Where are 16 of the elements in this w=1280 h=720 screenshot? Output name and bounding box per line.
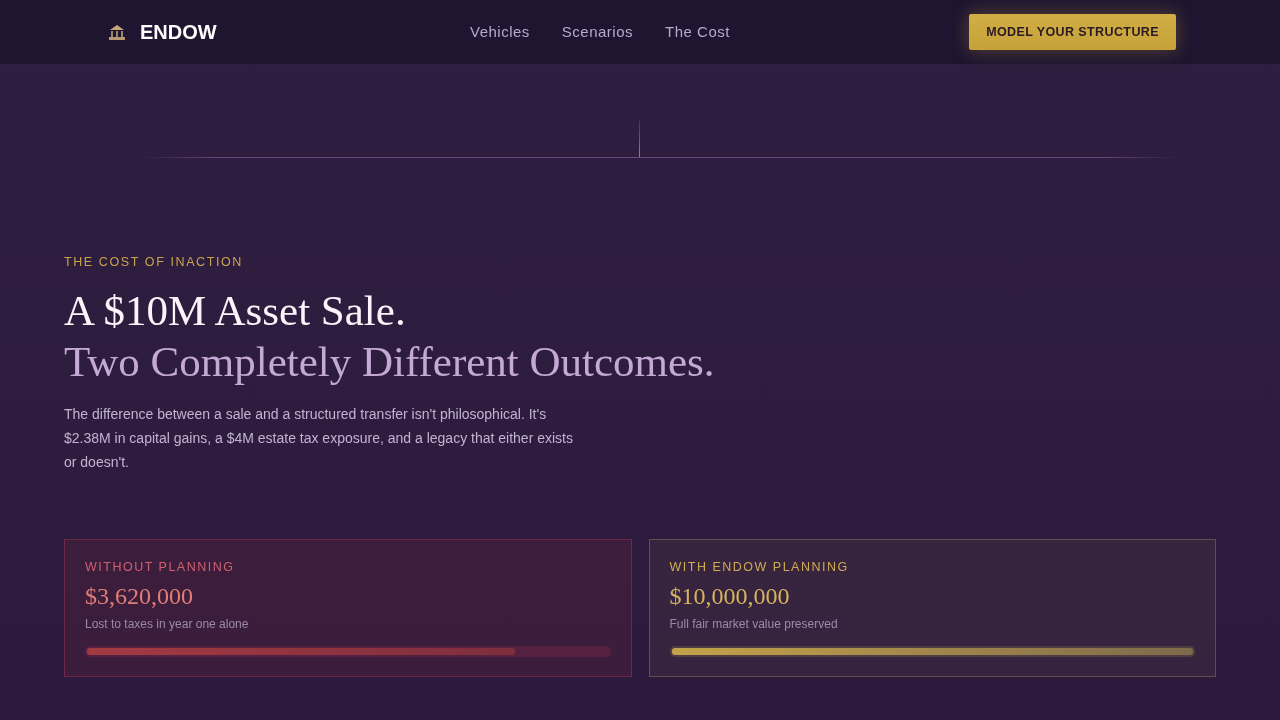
nav-link[interactable]: Vehicles (469, 22, 530, 42)
building-icon (108, 23, 126, 41)
nav-link[interactable]: The Cost (665, 22, 730, 42)
outcome-caption: Full fair market value preserved (669, 616, 839, 632)
model-structure-button[interactable]: MODEL YOUR STRUCTURE (969, 14, 1176, 50)
nav-link[interactable]: Scenarios (561, 22, 634, 42)
intro-paragraph: The difference between a sale and a structured transfer isn't philosophical. It's $2.38M in capital gains, a $4M estate tax exposure, and a legacy that either exists or doesn't. (64, 405, 574, 472)
outcome-label: WITH ENDOW PLANNING (669, 560, 850, 574)
brand-name[interactable]: ENDOW (140, 20, 217, 44)
outcome-amount: $10,000,000 (669, 582, 791, 610)
headline-subtitle: Two Completely Different Outcomes. (64, 337, 716, 387)
outcome-caption: Lost to taxes in year one alone (85, 616, 250, 632)
outcome-amount: $3,620,000 (85, 582, 194, 610)
section-eyebrow: THE COST OF INACTION (64, 254, 244, 270)
headline: A $10M Asset Sale. (64, 286, 407, 336)
outcome-label: WITHOUT PLANNING (85, 560, 236, 574)
